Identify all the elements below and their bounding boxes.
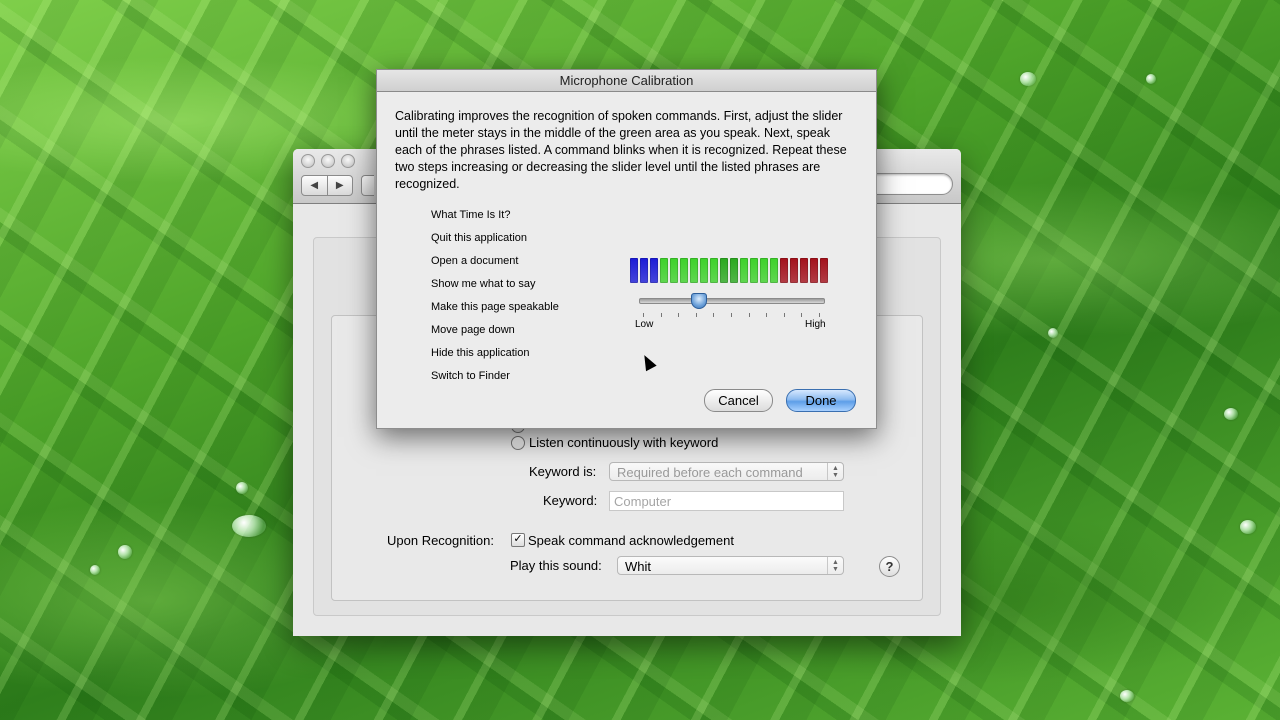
slider-tick [695,313,697,317]
dew-drop [90,565,100,575]
dew-drop [1240,520,1256,534]
phrase-item: Move page down [431,324,515,336]
phrase-item: Switch to Finder [431,370,510,382]
play-sound-label: Play this sound: [510,558,602,573]
input-level-slider-thumb[interactable] [690,293,707,309]
meter-segment-red [790,258,798,283]
slider-tick [748,313,750,317]
meter-segment-green [740,258,748,283]
meter-segment-red [780,258,788,283]
speak-ack-label: Speak command acknowledgement [528,533,734,548]
dew-drop [1120,690,1134,702]
meter-segment-green [670,258,678,283]
done-button[interactable]: Done [786,389,856,412]
sheet-title: Microphone Calibration [377,70,876,92]
dew-drop [1224,408,1238,420]
level-meter [630,258,828,283]
input-level-slider-track[interactable] [639,298,825,304]
dew-drop [232,515,266,537]
phrase-item: Open a document [431,255,519,267]
slider-tick [801,313,803,317]
cancel-button[interactable]: Cancel [704,389,773,412]
keyword-is-label: Keyword is: [529,464,597,479]
slider-tick [678,313,680,317]
dew-drop [236,482,248,494]
phrase-item: Hide this application [431,347,530,359]
phrase-item: What Time Is It? [431,209,511,221]
close-window-button[interactable] [301,154,315,168]
play-sound-popup[interactable]: Whit ▲ ▼ [617,556,844,575]
meter-segment-green [720,258,728,283]
back-forward-control: ◀ ▶ [301,175,353,196]
meter-segment-green [760,258,768,283]
meter-segment-blue [650,258,658,283]
minimize-window-button[interactable] [321,154,335,168]
meter-segment-green [770,258,778,283]
dew-drop [118,545,132,559]
slider-low-label: Low [635,319,654,330]
keyword-is-popup[interactable]: Required before each command ▲ ▼ [609,462,844,481]
speak-ack-checkbox[interactable]: ✓ [511,533,525,547]
meter-segment-red [800,258,808,283]
help-button[interactable]: ? [879,556,900,577]
phrase-item: Quit this application [431,232,527,244]
upon-recognition-label: Upon Recognition: [387,533,494,548]
back-arrow-icon[interactable]: ◀ [302,176,328,195]
zoom-window-button[interactable] [341,154,355,168]
keyword-label: Keyword: [543,493,598,508]
calibration-instructions: Calibrating improves the recognition of … [395,109,847,191]
dew-drop [1020,72,1036,86]
phrase-item: Make this page speakable [431,301,559,313]
keyword-field[interactable]: Computer [609,491,844,511]
dew-drop [1146,74,1156,84]
slider-tick [643,313,644,317]
slider-tick [731,313,732,317]
show-all-button[interactable] [361,175,374,196]
slider-tick [766,313,768,317]
meter-segment-red [810,258,818,283]
listen-continuously-radio[interactable] [511,436,525,450]
forward-arrow-icon[interactable]: ▶ [328,176,353,195]
slider-tick [783,313,785,317]
microphone-calibration-sheet: Microphone Calibration Calibrating impro… [376,69,877,429]
listen-continuously-label: Listen continuously with keyword [529,435,719,450]
meter-segment-green [700,258,708,283]
meter-segment-green [690,258,698,283]
dew-drop [1048,328,1058,338]
meter-segment-green [680,258,688,283]
meter-segment-green [730,258,738,283]
meter-segment-green [710,258,718,283]
meter-segment-green [660,258,668,283]
slider-tick [713,313,715,317]
meter-segment-blue [630,258,638,283]
popup-arrows-icon: ▲ ▼ [827,463,843,480]
slider-high-label: High [805,319,826,330]
meter-segment-green [750,258,758,283]
slider-tick [819,313,820,317]
popup-arrows-icon: ▲ ▼ [827,557,843,574]
play-sound-value: Whit [625,559,651,574]
meter-segment-red [820,258,828,283]
slider-tick [660,313,662,317]
keyword-is-value: Required before each command [617,465,803,480]
meter-segment-blue [640,258,648,283]
phrase-item: Show me what to say [431,278,536,290]
